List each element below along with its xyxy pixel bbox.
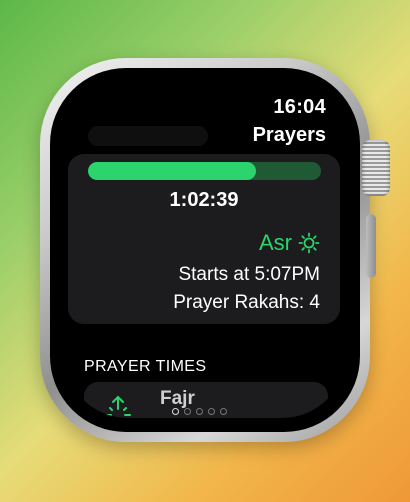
sun-icon — [298, 232, 320, 254]
page-dot — [208, 408, 215, 415]
current-prayer-card[interactable]: 1:02:39 Asr Starts at 5:07PM Prayer Raka… — [68, 154, 340, 324]
page-indicator — [172, 408, 227, 415]
prayer-progress-fill — [88, 162, 256, 180]
prayer-start-time: Starts at 5:07PM — [178, 264, 320, 285]
page-dot — [184, 408, 191, 415]
countdown-timer: 1:02:39 — [169, 189, 239, 211]
digital-crown[interactable] — [362, 140, 390, 196]
app-title[interactable]: Prayers — [253, 124, 326, 147]
prayer-name-fajr: Fajr — [160, 388, 195, 409]
side-button[interactable] — [366, 214, 376, 278]
prayer-times-header: PRAYER TIMES — [84, 358, 207, 375]
prayer-rakahs: Prayer Rakahs: 4 — [173, 292, 320, 313]
status-bar-background — [88, 126, 208, 146]
sunrise-icon — [102, 394, 134, 418]
current-prayer-name: Asr — [259, 230, 292, 255]
current-prayer-row: Asr — [259, 230, 320, 256]
page-dot — [172, 408, 179, 415]
watch-screen: 16:04 Prayers 1:02:39 Asr Starts at 5:07… — [64, 82, 346, 418]
prayer-progress-bar — [88, 162, 321, 180]
status-time: 16:04 — [273, 96, 326, 118]
page-dot — [220, 408, 227, 415]
page-dot — [196, 408, 203, 415]
